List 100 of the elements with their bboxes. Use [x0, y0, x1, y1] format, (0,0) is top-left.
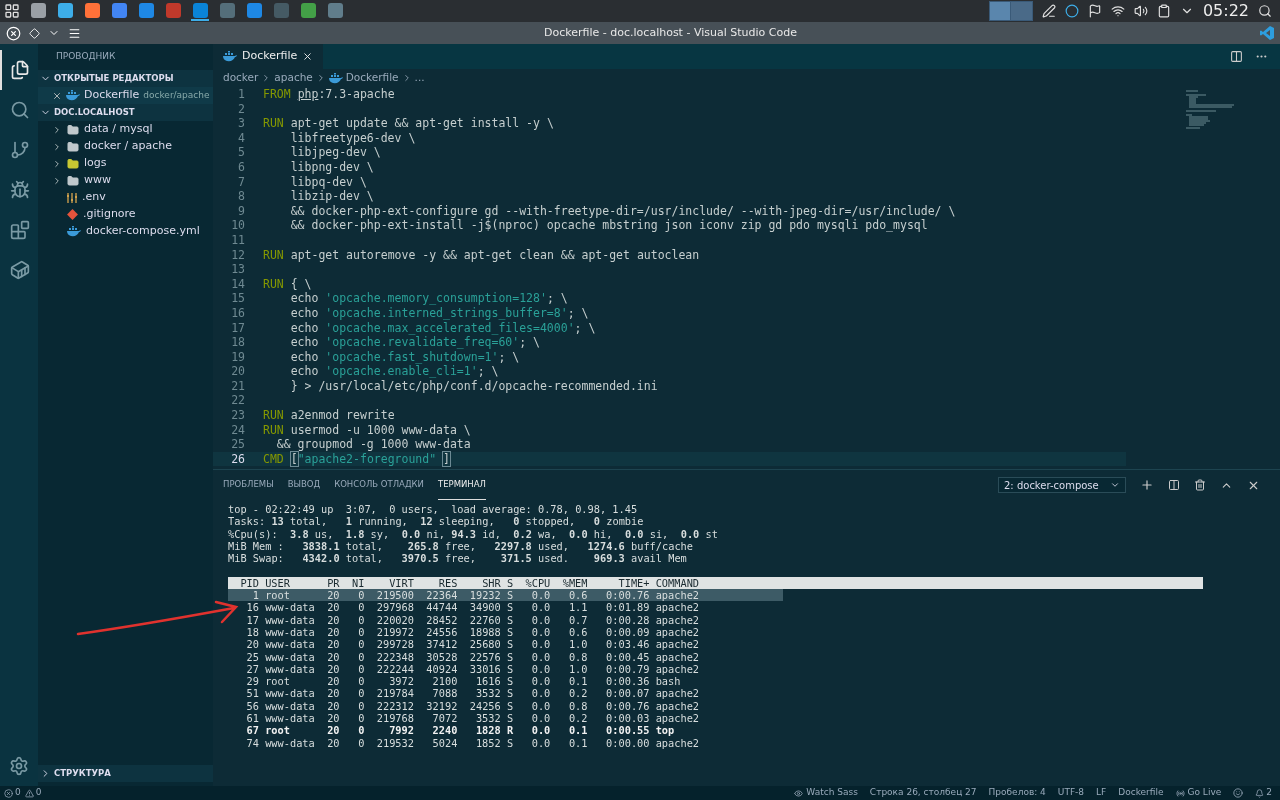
search-icon[interactable]	[1258, 4, 1272, 18]
clipboard-icon[interactable]	[1156, 4, 1171, 18]
encoding[interactable]: UTF-8	[1057, 786, 1085, 800]
line-number: 9	[237, 203, 245, 219]
split-icon[interactable]	[1168, 479, 1180, 491]
panel-tab[interactable]: ВЫВОД	[287, 470, 321, 500]
process-row-text: 61 www-data 20 0 219768 7072 3532 S 0.0 0.2 0:00.03 apache2	[245, 712, 701, 725]
line-number: 4	[237, 130, 245, 146]
app-icon[interactable]	[218, 1, 236, 21]
feedback-icon[interactable]	[1233, 788, 1244, 798]
add-icon[interactable]	[1140, 478, 1154, 492]
tree-item[interactable]: www	[38, 172, 213, 189]
line-number: 26	[230, 451, 245, 467]
process-row-text: 56 www-data 20 0 222312 32192 24256 S 0.0 0.8 0:00.76 apache2	[245, 699, 701, 713]
app-icon[interactable]	[299, 1, 317, 21]
cursor-position[interactable]: Строка 26, столбец 27	[869, 786, 977, 800]
circle-icon[interactable]	[1064, 4, 1079, 18]
code-line: libfreetype6-dev \	[289, 130, 416, 146]
panel-tab[interactable]: КОНСОЛЬ ОТЛАДКИ	[334, 470, 424, 500]
tree-item[interactable]: docker / apache	[38, 138, 213, 155]
line-number: 13	[230, 262, 245, 277]
close-icon[interactable]	[6, 25, 21, 41]
code-line: libpq-dev \	[289, 174, 367, 190]
launcher-icon[interactable]	[4, 3, 20, 19]
line-number: 6	[237, 159, 245, 175]
chevron-icon	[52, 124, 62, 135]
menu-icon[interactable]	[68, 26, 81, 40]
app-icon[interactable]	[245, 1, 263, 21]
folder-icon	[67, 140, 79, 153]
line-number: 21	[230, 378, 245, 394]
folder-icon	[67, 174, 79, 187]
breadcrumb-item[interactable]: ...	[414, 70, 425, 86]
trash-icon[interactable]	[1194, 479, 1206, 491]
process-row-text: 29 root 20 0 3972 2100 1616 S 0.0 0.1 0:00.36 bash	[245, 675, 682, 688]
line-number: 2	[237, 101, 245, 117]
terminal-line: MiB Mem : 3838.1 total, 265.8 free, 2297.8 used, 1274.6 buff/cache	[228, 539, 694, 553]
tree-item[interactable]: data / mysql	[38, 121, 213, 138]
terminal-line: top - 02:22:49 up 3:07, 0 users, load average: 0.78, 0.98, 1.45	[228, 503, 639, 516]
pen-icon[interactable]	[1041, 4, 1056, 18]
app-icon[interactable]	[56, 1, 74, 21]
line-number: 10	[230, 218, 245, 233]
section-header[interactable]: DOC.LOCALHOST	[38, 104, 213, 121]
editor-tab[interactable]: Dockerfile	[213, 44, 324, 69]
breadcrumb-item[interactable]: apache	[274, 70, 313, 86]
broadcast-icon	[1175, 788, 1185, 798]
tree-item[interactable]: .gitignore	[38, 206, 213, 223]
code-line: echo 'opcache.max_accelerated_files=4000'; \	[289, 320, 596, 336]
process-row-text: 20 www-data 20 0 299728 37412 25680 S 0.0 1.0 0:03.46 apache2	[245, 638, 701, 651]
go-live-button[interactable]: Go Live	[1175, 786, 1222, 800]
speaker-icon[interactable]	[1133, 4, 1148, 18]
chevron-icon	[52, 158, 62, 169]
terminal-select[interactable]: 2: docker-compose	[998, 477, 1126, 493]
whale-icon	[67, 226, 81, 237]
language-mode[interactable]: Dockerfile	[1118, 786, 1164, 800]
desktop-pager[interactable]	[988, 1, 1033, 21]
notifications-button[interactable]: 2	[1255, 786, 1272, 800]
line-number: 25	[230, 437, 245, 452]
split-editor-icon[interactable]	[1230, 50, 1243, 63]
line-number: 15	[230, 291, 245, 306]
open-editor-item[interactable]: Dockerfile docker/apache	[38, 87, 213, 104]
process-row-text: 18 www-data 20 0 219972 24556 18988 S 0.0 0.6 0:00.09 apache2	[245, 625, 701, 639]
tree-item[interactable]: docker-compose.yml	[38, 223, 213, 240]
code-line: && docker-php-ext-configure gd --with-freetype-dir=/usr/include/ --with-jpeg-dir=/usr/include/ \	[289, 203, 956, 219]
panel-tab[interactable]: ТЕРМИНАЛ	[437, 470, 486, 500]
close-icon[interactable]	[52, 90, 62, 101]
line-ending[interactable]: LF	[1096, 786, 1107, 800]
clock[interactable]: 05:22	[1202, 0, 1249, 23]
app-icon[interactable]	[110, 1, 128, 21]
line-number: 24	[230, 422, 245, 438]
minimap-drawing	[1186, 89, 1236, 129]
diamond-icon[interactable]	[29, 27, 40, 39]
section-header[interactable]: СТРУКТУРА	[38, 765, 213, 782]
watch-sass-button[interactable]: Watch Sass	[794, 786, 858, 800]
settings-icon[interactable]	[9, 756, 29, 776]
close-icon[interactable]	[302, 51, 314, 62]
app-icon[interactable]	[164, 1, 182, 21]
panel-tab[interactable]: ПРОБЛЕМЫ	[223, 470, 274, 500]
tree-item[interactable]: logs	[38, 155, 213, 172]
line-number: 5	[237, 145, 245, 160]
line-number: 11	[230, 232, 245, 248]
wifi-icon[interactable]	[1110, 4, 1125, 18]
app-icon[interactable]	[137, 1, 155, 21]
section-header[interactable]: ОТКРЫТЫЕ РЕДАКТОРЫ	[38, 70, 213, 87]
indentation[interactable]: Пробелов: 4	[988, 786, 1046, 800]
app-icon[interactable]	[29, 1, 47, 21]
chevron-icon	[52, 141, 62, 152]
tree-item[interactable]: .env	[38, 189, 213, 206]
app-icon[interactable]	[326, 1, 344, 21]
line-number: 19	[230, 349, 245, 365]
app-icon[interactable]	[83, 1, 101, 21]
folder-icon	[67, 123, 79, 136]
flag-icon[interactable]	[1087, 4, 1102, 18]
app-icon[interactable]	[191, 1, 209, 21]
app-logo-icon	[1260, 26, 1274, 40]
line-number: 1	[237, 87, 245, 102]
problems-indicator[interactable]: 0 0	[4, 786, 42, 800]
breadcrumb-item[interactable]: Dockerfile	[345, 70, 399, 86]
chevron-icon	[52, 175, 62, 186]
terminal-line: Tasks: 13 total, 1 running, 12 sleeping, 0 stopped, 0 zombie	[228, 515, 645, 528]
breadcrumb-item[interactable]: docker	[223, 70, 259, 86]
